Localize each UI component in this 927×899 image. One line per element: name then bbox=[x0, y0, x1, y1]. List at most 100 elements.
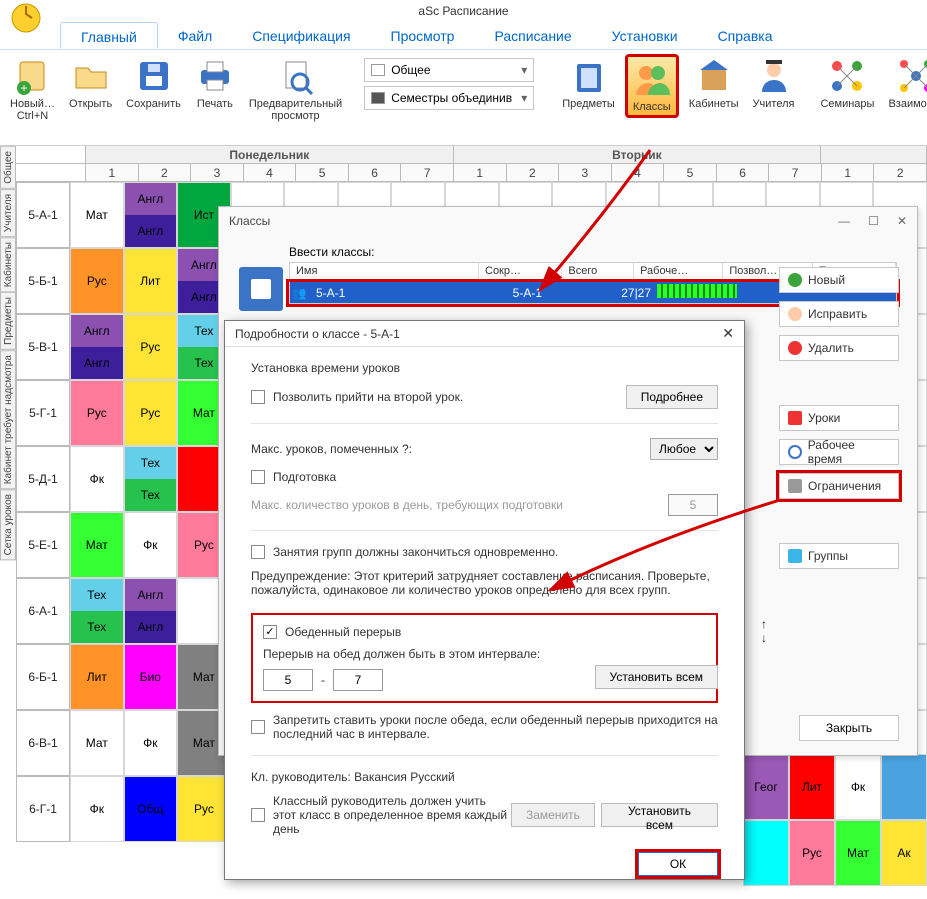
hint-prep: Макс. количество уроков в день, требующи… bbox=[251, 498, 563, 512]
schedule-cell[interactable]: Ак bbox=[881, 820, 927, 886]
schedule-cell[interactable]: ТехТех bbox=[124, 446, 178, 512]
schedule-cell[interactable]: АнглАнгл bbox=[124, 578, 178, 644]
btn-close[interactable]: Закрыть bbox=[799, 715, 899, 741]
ribbon-rooms-label: Кабинеты bbox=[689, 98, 739, 110]
dropdown-sem-label: Семестры объединив bbox=[391, 91, 512, 105]
schedule-cell[interactable]: Лит bbox=[789, 754, 835, 820]
close-icon[interactable]: ✕ bbox=[722, 325, 734, 342]
ribbon-teachers[interactable]: Учителя bbox=[749, 54, 799, 112]
ribbon-new-label: Новый… Ctrl+N bbox=[10, 98, 55, 122]
side-tab-general[interactable]: Общее bbox=[0, 146, 16, 189]
schedule-cell[interactable]: Фк bbox=[835, 754, 881, 820]
side-tab-super[interactable]: Кабинет требует надсмотра bbox=[0, 350, 16, 489]
ribbon-save[interactable]: Сохранить bbox=[122, 54, 185, 112]
chk-group-same[interactable] bbox=[251, 545, 265, 559]
schedule-cell[interactable]: Мат bbox=[835, 820, 881, 886]
period-cell: 6 bbox=[717, 164, 770, 181]
btn-apply-all-lunch[interactable]: Установить всем bbox=[595, 665, 718, 689]
chk-allow-second[interactable] bbox=[251, 390, 265, 404]
btn-groups[interactable]: Группы bbox=[779, 543, 899, 569]
schedule-cell[interactable]: Рус bbox=[70, 380, 124, 446]
side-tab-grid[interactable]: Сетка уроков bbox=[0, 489, 16, 560]
schedule-cell[interactable]: Мат bbox=[70, 182, 124, 248]
svg-text:+: + bbox=[21, 81, 28, 95]
time-heading: Установка времени уроков bbox=[251, 361, 718, 375]
maximize-icon[interactable]: ☐ bbox=[868, 214, 879, 228]
schedule-cell[interactable]: Био bbox=[124, 644, 178, 710]
ribbon-tab-file[interactable]: Файл bbox=[158, 22, 232, 49]
btn-ok[interactable]: ОК bbox=[638, 852, 718, 876]
chk-lunch[interactable] bbox=[263, 625, 277, 639]
schedule-cell[interactable]: Лит bbox=[124, 248, 178, 314]
dropdown-view[interactable]: Общее▾ bbox=[364, 58, 534, 82]
dropdown-semesters[interactable]: Семестры объединив▾ bbox=[364, 86, 534, 110]
schedule-cell[interactable]: АнглАнгл bbox=[70, 314, 124, 380]
ribbon-tab-spec[interactable]: Спецификация bbox=[232, 22, 370, 49]
schedule-cell[interactable] bbox=[881, 754, 927, 820]
schedule-cell[interactable]: Рус bbox=[70, 248, 124, 314]
sel-max-q[interactable]: Любое bbox=[650, 438, 718, 460]
warn-group: Предупреждение: Этот критерий затрудняет… bbox=[251, 569, 718, 597]
ribbon-tab-main[interactable]: Главный bbox=[60, 22, 158, 49]
ribbon-new[interactable]: + Новый… Ctrl+N bbox=[6, 54, 59, 124]
ribbon-print[interactable]: Печать bbox=[191, 54, 239, 112]
btn-apply-all-hr[interactable]: Установить всем bbox=[601, 803, 718, 827]
close-icon[interactable]: ✕ bbox=[897, 214, 907, 228]
schedule-cell[interactable]: Рус bbox=[124, 380, 178, 446]
schedule-cell[interactable]: Мат bbox=[70, 710, 124, 776]
schedule-cell[interactable] bbox=[743, 820, 789, 886]
ribbon-seminars[interactable]: Семинары bbox=[816, 54, 878, 112]
ribbon-tab-help[interactable]: Справка bbox=[698, 22, 793, 49]
schedule-cell[interactable]: Рус bbox=[124, 314, 178, 380]
popup-classes-titlebar: Классы — ☐ ✕ bbox=[219, 207, 917, 235]
btn-edit[interactable]: Исправить bbox=[779, 301, 899, 327]
btn-delete[interactable]: Удалить bbox=[779, 335, 899, 361]
schedule-cell[interactable]: Фк bbox=[124, 512, 178, 578]
ribbon-rooms[interactable]: Кабинеты bbox=[685, 54, 743, 112]
lunch-section: Обеденный перерыв Перерыв на обед должен… bbox=[251, 613, 718, 703]
side-tab-subjects[interactable]: Предметы bbox=[0, 292, 16, 350]
btn-new[interactable]: Новый bbox=[779, 267, 899, 293]
ribbon-classes[interactable]: Классы bbox=[625, 54, 679, 118]
ribbon-tab-view[interactable]: Просмотр bbox=[371, 22, 475, 49]
dropdown-view-label: Общее bbox=[391, 63, 430, 77]
inp-prep[interactable] bbox=[668, 494, 718, 516]
side-tab-teachers[interactable]: Учителя bbox=[0, 189, 16, 237]
ribbon-tab-schedule[interactable]: Расписание bbox=[474, 22, 591, 49]
row-label: 5-В-1 bbox=[16, 314, 70, 380]
period-cell: 3 bbox=[191, 164, 244, 181]
schedule-cell[interactable]: Рус bbox=[177, 776, 231, 842]
schedule-cell[interactable]: Фк bbox=[124, 710, 178, 776]
side-tab-rooms[interactable]: Кабинеты bbox=[0, 237, 16, 292]
chk-prep[interactable] bbox=[251, 470, 265, 484]
schedule-cell[interactable]: Мат bbox=[70, 512, 124, 578]
schedule-cell[interactable]: Общ bbox=[124, 776, 178, 842]
popup-class-details: Подробности о классе - 5-А-1 ✕ Установка… bbox=[224, 320, 745, 880]
btn-lessons[interactable]: Уроки bbox=[779, 405, 899, 431]
row-name: 5-А-1 bbox=[308, 286, 513, 300]
ribbon-subjects[interactable]: Предметы bbox=[558, 54, 619, 112]
btn-more[interactable]: Подробнее bbox=[626, 385, 718, 409]
period-cell: 6 bbox=[349, 164, 402, 181]
schedule-cell[interactable]: Рус bbox=[789, 820, 835, 886]
chk-homeroom[interactable] bbox=[251, 808, 265, 822]
schedule-cell[interactable]: Фк bbox=[70, 446, 124, 512]
row-label: 6-В-1 bbox=[16, 710, 70, 776]
ribbon-open[interactable]: Открыть bbox=[65, 54, 116, 112]
schedule-cell[interactable]: Геог bbox=[743, 754, 789, 820]
ribbon-relations[interactable]: Взаимосвя bbox=[884, 54, 927, 112]
lbl-homeroom: Кл. руководитель: Вакансия Русский bbox=[251, 770, 718, 784]
schedule-cell[interactable]: АнглАнгл bbox=[124, 182, 178, 248]
btn-constraints[interactable]: Ограничения bbox=[779, 473, 899, 499]
ribbon-preview[interactable]: Предварительный просмотр bbox=[245, 54, 346, 124]
schedule-cell[interactable]: Фк bbox=[70, 776, 124, 842]
schedule-cell[interactable]: ТехТех bbox=[70, 578, 124, 644]
ribbon-tab-settings[interactable]: Установки bbox=[592, 22, 698, 49]
scroll-arrows[interactable]: ↑↓ bbox=[761, 617, 767, 645]
chk-forbid-after[interactable] bbox=[251, 720, 265, 734]
schedule-cell[interactable]: Лит bbox=[70, 644, 124, 710]
ribbon-print-label: Печать bbox=[197, 98, 233, 110]
minimize-icon[interactable]: — bbox=[838, 214, 850, 228]
th-work: Рабоче… bbox=[634, 263, 723, 281]
btn-worktime[interactable]: Рабочее время bbox=[779, 439, 899, 465]
